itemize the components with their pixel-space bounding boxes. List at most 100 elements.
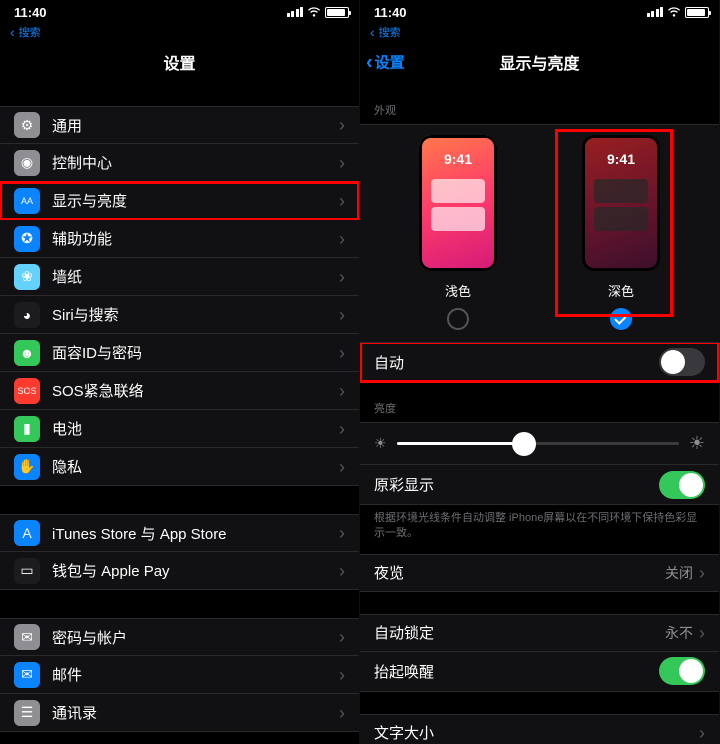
status-icons [647, 7, 710, 18]
settings-row-password[interactable]: ✉密码与帐户› [0, 618, 359, 656]
settings-row-label: 隐私 [52, 456, 339, 477]
contacts-icon: ☰ [14, 700, 40, 726]
settings-row-display[interactable]: AA显示与亮度› [0, 182, 359, 220]
settings-row-label: SOS紧急联络 [52, 380, 339, 401]
chevron-right-icon: › [339, 420, 345, 438]
light-preview-icon: 9:41 [419, 135, 497, 271]
night-shift-label: 夜览 [374, 562, 665, 583]
true-tone-row[interactable]: 原彩显示 [360, 465, 719, 505]
chevron-left-icon: ‹ [370, 25, 375, 39]
search-link[interactable]: ‹ 搜索 [0, 24, 359, 42]
chevron-right-icon: › [339, 458, 345, 476]
wallpaper-icon: ❀ [14, 264, 40, 290]
search-link[interactable]: ‹ 搜索 [360, 24, 719, 42]
chevron-right-icon: › [339, 704, 345, 722]
settings-row-sos[interactable]: SOS SOS紧急联络› [0, 372, 359, 410]
dark-radio[interactable] [610, 308, 632, 330]
auto-lock-row[interactable]: 自动锁定 永不 › [360, 614, 719, 652]
chevron-right-icon: › [339, 116, 345, 134]
auto-appearance-row[interactable]: 自动 [360, 342, 719, 382]
back-button[interactable]: ‹ 设置 [366, 51, 405, 72]
mail-icon: ✉ [14, 662, 40, 688]
battery-icon [685, 7, 709, 18]
preview-clock: 9:41 [582, 151, 660, 167]
chevron-right-icon: › [339, 192, 345, 210]
brightness-slider[interactable] [397, 442, 679, 445]
search-label: 搜索 [379, 24, 401, 40]
appstore-icon: A [14, 520, 40, 546]
night-shift-row[interactable]: 夜览 关闭 › [360, 554, 719, 592]
appearance-dark-option[interactable]: 9:41 深色 [556, 135, 686, 330]
settings-row-privacy[interactable]: ✋隐私› [0, 448, 359, 486]
status-bar: 11:40 [0, 0, 359, 24]
wallet-icon: ▭ [14, 558, 40, 584]
search-label: 搜索 [19, 24, 41, 40]
appearance-header: 外观 [360, 84, 719, 124]
chevron-right-icon: › [339, 344, 345, 362]
settings-row-label: 通用 [52, 115, 339, 136]
chevron-right-icon: › [339, 268, 345, 286]
settings-row-wallpaper[interactable]: ❀ 墙纸› [0, 258, 359, 296]
accessibility-icon: ✪ [14, 226, 40, 252]
raise-to-wake-label: 抬起唤醒 [374, 661, 434, 682]
settings-row-control-center[interactable]: ◉控制中心› [0, 144, 359, 182]
raise-to-wake-row[interactable]: 抬起唤醒 [360, 652, 719, 692]
brightness-slider-row: ☀ ☀ [360, 422, 719, 465]
auto-lock-value: 永不 [665, 623, 693, 643]
text-size-label: 文字大小 [374, 722, 699, 743]
light-radio[interactable] [447, 308, 469, 330]
battery-icon: ▮ [14, 416, 40, 442]
text-size-row[interactable]: 文字大小 › [360, 714, 719, 744]
wifi-icon [307, 7, 321, 17]
display-icon: AA [14, 188, 40, 214]
signal-icon [647, 7, 664, 17]
true-tone-label: 原彩显示 [374, 474, 434, 495]
settings-row-label: 通讯录 [52, 702, 339, 723]
chevron-right-icon: › [339, 524, 345, 542]
settings-row-label: 墙纸 [52, 266, 339, 287]
appearance-light-option[interactable]: 9:41 浅色 [393, 135, 523, 330]
settings-row-faceid[interactable]: ☻面容ID与密码› [0, 334, 359, 372]
battery-icon [325, 7, 349, 18]
chevron-right-icon: › [339, 230, 345, 248]
chevron-right-icon: › [699, 724, 705, 742]
true-tone-switch[interactable] [659, 471, 705, 499]
control-center-icon: ◉ [14, 150, 40, 176]
preview-clock: 9:41 [419, 151, 497, 167]
chevron-right-icon: › [339, 382, 345, 400]
settings-row-siri[interactable]: ◕Siri与搜索› [0, 296, 359, 334]
auto-lock-label: 自动锁定 [374, 622, 665, 643]
page-title: 设置 [0, 42, 359, 84]
slider-thumb[interactable] [512, 432, 536, 456]
back-label: 设置 [375, 51, 405, 72]
settings-row-label: 密码与帐户 [52, 627, 339, 648]
settings-row-gear[interactable]: ⚙ 通用› [0, 106, 359, 144]
appearance-selector: 9:41 浅色 9:41 深色 [360, 124, 719, 343]
chevron-right-icon: › [339, 628, 345, 646]
page-title-text: 显示与亮度 [499, 56, 579, 73]
settings-row-battery[interactable]: ▮电池› [0, 410, 359, 448]
settings-row-appstore[interactable]: AiTunes Store 与 App Store› [0, 514, 359, 552]
chevron-left-icon: ‹ [366, 52, 373, 72]
sun-small-icon: ☀ [374, 435, 387, 452]
raise-to-wake-switch[interactable] [659, 657, 705, 685]
auto-switch[interactable] [659, 348, 705, 376]
settings-row-label: iTunes Store 与 App Store [52, 523, 339, 544]
chevron-right-icon: › [339, 154, 345, 172]
siri-icon: ◕ [14, 302, 40, 328]
sos-icon: SOS [14, 378, 40, 404]
settings-row-wallet[interactable]: ▭钱包与 Apple Pay› [0, 552, 359, 590]
settings-row-label: 邮件 [52, 664, 339, 685]
settings-row-contacts[interactable]: ☰ 通讯录› [0, 694, 359, 732]
dark-preview-icon: 9:41 [582, 135, 660, 271]
auto-label: 自动 [374, 352, 404, 373]
chevron-right-icon: › [699, 564, 705, 582]
status-icons [287, 7, 350, 18]
settings-row-mail[interactable]: ✉邮件› [0, 656, 359, 694]
page-title: ‹ 设置 显示与亮度 [360, 42, 719, 84]
settings-row-accessibility[interactable]: ✪辅助功能› [0, 220, 359, 258]
chevron-right-icon: › [699, 624, 705, 642]
gear-icon: ⚙ [14, 112, 40, 138]
status-bar: 11:40 [360, 0, 719, 24]
settings-pane: 11:40 ‹ 搜索 设置 ⚙通用›◉控制中心›AA显示与亮度›✪辅助功能›❀墙… [0, 0, 360, 744]
